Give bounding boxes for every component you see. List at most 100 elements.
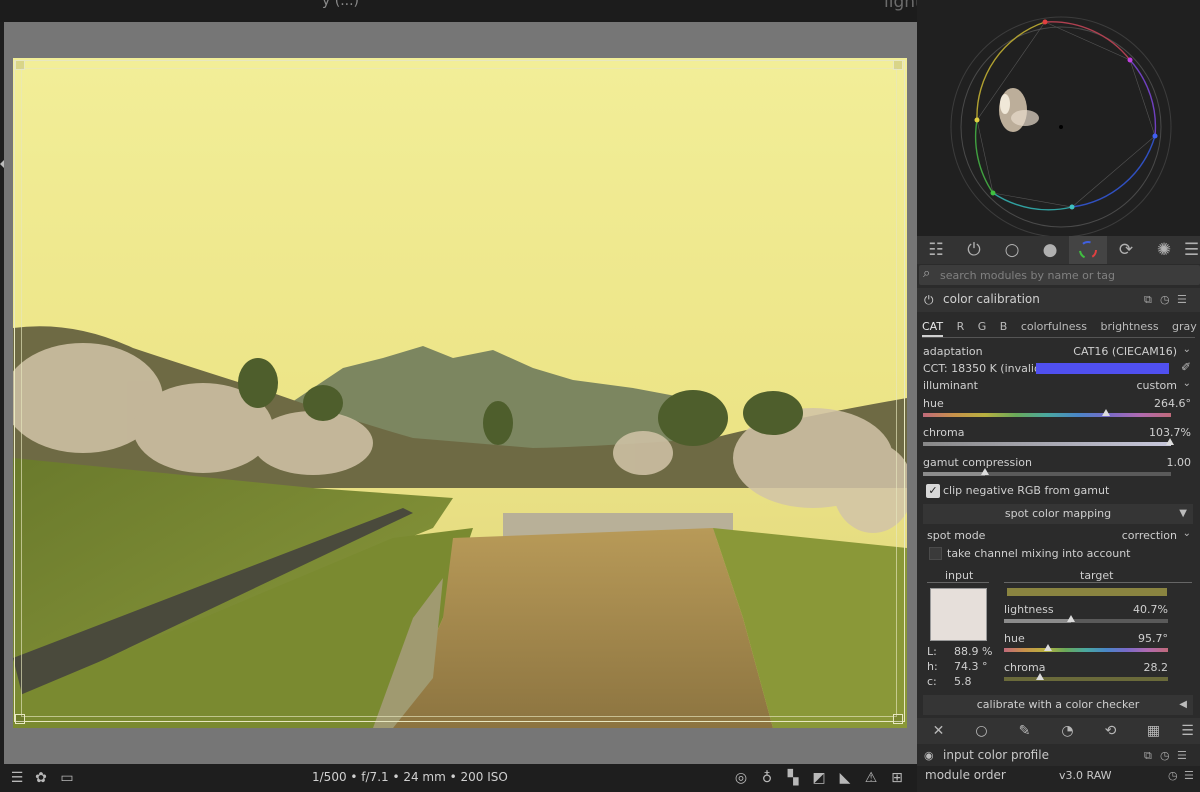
multi-instance-icon[interactable]: ⧉ [1144, 749, 1152, 763]
reset-icon[interactable]: ◷ [1168, 769, 1178, 782]
quick-access-icon[interactable]: ☷ [917, 236, 955, 264]
crop-handle-top-left[interactable] [15, 60, 25, 70]
parametric-icon[interactable]: ⟲ [1089, 723, 1132, 739]
module-body: CAT R G B colorfulness brightness gray a… [917, 312, 1200, 718]
cct-row: CCT: 18350 K (invalid) ✐ [923, 360, 1191, 378]
spot-color-mapping-section[interactable]: spot color mapping ▼ [923, 504, 1193, 524]
softproof-icon[interactable]: ◣ [836, 769, 854, 787]
color-checker-section[interactable]: calibrate with a color checker ◀ [923, 695, 1193, 715]
tab-r[interactable]: R [957, 320, 965, 335]
channel-mixing-row[interactable]: take channel mixing into account [929, 547, 1197, 563]
spot-mode-dropdown[interactable]: spot mode correction ⌄ [927, 528, 1191, 545]
channel-mixing-label: take channel mixing into account [947, 547, 1131, 560]
input-l-value: 88.9 % [954, 645, 993, 658]
target-chroma-handle[interactable] [1036, 673, 1044, 680]
gamut-slider-handle[interactable] [981, 468, 989, 475]
hue-slider-handle[interactable] [1102, 409, 1110, 416]
sphere-icon[interactable]: ● [1031, 236, 1069, 264]
target-chroma-slider[interactable] [1004, 677, 1168, 681]
gamut-check-icon[interactable]: ⚠ [862, 769, 880, 787]
tab-colorfulness[interactable]: colorfulness [1021, 320, 1087, 335]
drawn-parametric-icon[interactable]: ◔ [1046, 723, 1089, 739]
circle-icon[interactable]: ○ [993, 236, 1031, 264]
presets-icon[interactable]: ☰ [1177, 749, 1187, 762]
chroma-slider-handle[interactable] [1166, 438, 1174, 445]
crop-handle-bottom-left[interactable] [15, 714, 25, 724]
focus-peaking-icon[interactable]: ◎ [732, 769, 750, 787]
adaptation-value: CAT16 (CIECAM16) [1073, 345, 1177, 358]
module-order-bar[interactable]: module order v3.0 RAW ◷ ☰ [917, 766, 1200, 792]
presets-icon[interactable]: ☰ [1184, 769, 1194, 782]
reticle-icon[interactable]: ✺ [1145, 236, 1183, 264]
hamburger-icon[interactable]: ☰ [8, 769, 26, 787]
target-hue-slider[interactable] [1004, 648, 1168, 652]
arrows-circle-icon[interactable]: ⟳ [1107, 236, 1145, 264]
color-wheel-graphic [1079, 241, 1097, 259]
cct-color-swatch [1036, 363, 1169, 374]
raw-overexposed-icon[interactable]: ▚ [784, 769, 802, 787]
circle-icon[interactable]: ○ [960, 723, 1003, 739]
gamut-slider-row[interactable]: gamut compression 1.00 [923, 456, 1191, 472]
hue-label: hue [923, 397, 944, 410]
target-lightness-handle[interactable] [1067, 615, 1075, 622]
crop-handle-top-right[interactable] [893, 60, 903, 70]
raster-icon[interactable]: ▦ [1132, 723, 1175, 739]
module-power-icon[interactable]: ◉ [924, 749, 934, 762]
spot-section-label: spot color mapping [1004, 507, 1112, 520]
target-chroma-row[interactable]: chroma 28.2 [1004, 661, 1168, 677]
presets-icon[interactable]: ☰ [1177, 293, 1187, 306]
multi-instance-icon[interactable]: ⧉ [1144, 293, 1152, 307]
styles-icon[interactable]: ✿ [32, 769, 50, 787]
chevron-down-icon: ⌄ [1182, 344, 1191, 355]
tab-cat[interactable]: CAT [922, 320, 944, 337]
close-icon[interactable]: ✕ [917, 723, 960, 739]
photo-preview[interactable] [13, 58, 907, 728]
adaptation-dropdown[interactable]: adaptation CAT16 (CIECAM16) ⌄ [923, 344, 1191, 361]
target-lightness-label: lightness [1004, 603, 1054, 616]
module-search[interactable]: ⌕ search modules by name or tag [919, 265, 1200, 285]
target-lightness-row[interactable]: lightness 40.7% [1004, 603, 1168, 619]
second-window-icon[interactable]: ▭ [58, 769, 76, 787]
eyedropper-icon[interactable]: ✐ [1181, 360, 1191, 374]
scope-trace [999, 88, 1039, 132]
color-assessment-icon[interactable]: ♁ [758, 769, 776, 787]
target-lightness-fill [1004, 619, 1071, 623]
module-power-icon[interactable]: ⏻ [924, 293, 934, 308]
image-title: y (...) [322, 0, 360, 9]
clipping-icon[interactable]: ◩ [810, 769, 828, 787]
input-color-profile-header[interactable]: ◉ input color profile ⧉ ◷ ☰ [917, 746, 1200, 766]
reset-icon[interactable]: ◷ [1160, 749, 1170, 762]
reset-icon[interactable]: ◷ [1160, 293, 1170, 306]
target-hue-handle[interactable] [1044, 644, 1052, 651]
clip-checkbox-row[interactable]: ✓ clip negative RGB from gamut [923, 484, 1191, 500]
input-l-key: L: [927, 645, 937, 658]
illuminant-dropdown[interactable]: illuminant custom ⌄ [923, 378, 1191, 395]
tab-b[interactable]: B [1000, 320, 1008, 335]
chevron-down-icon: ⌄ [1182, 528, 1191, 539]
guides-icon[interactable]: ⊞ [888, 769, 906, 787]
tab-brightness[interactable]: brightness [1101, 320, 1159, 335]
vectorscope[interactable] [917, 0, 1200, 236]
target-lightness-slider[interactable] [1004, 619, 1168, 623]
menu-icon[interactable]: ☰ [1183, 236, 1200, 264]
chroma-slider-row[interactable]: chroma 103.7% [923, 426, 1191, 442]
gamut-value: 1.00 [1166, 456, 1192, 469]
target-hue-row[interactable]: hue 95.7° [1004, 632, 1168, 648]
module-header[interactable]: ⏻ color calibration ⧉ ◷ ☰ [917, 288, 1200, 312]
module-group-tabs: ☷ ⏻ ○ ● ⟳ ✺ ☰ [917, 236, 1200, 264]
hue-slider-row[interactable]: hue 264.6° [923, 397, 1191, 413]
chroma-slider[interactable] [923, 442, 1171, 446]
brush-icon[interactable]: ✎ [1003, 723, 1046, 739]
mask-toolbar: ✕ ○ ✎ ◔ ⟲ ▦ ☰ [917, 718, 1200, 744]
power-icon[interactable]: ⏻ [955, 236, 993, 264]
tab-gray[interactable]: gray [1172, 320, 1197, 335]
crop-handle-bottom-right[interactable] [893, 714, 903, 724]
color-wheel-icon[interactable] [1069, 236, 1107, 264]
hue-slider[interactable] [923, 413, 1171, 417]
menu-icon[interactable]: ☰ [1175, 723, 1200, 739]
scope-point-blue [1152, 133, 1158, 139]
tab-g[interactable]: G [978, 320, 987, 335]
channel-mixing-checkbox[interactable] [929, 547, 942, 560]
gamut-slider[interactable] [923, 472, 1171, 476]
clip-checkbox[interactable]: ✓ [926, 484, 940, 498]
